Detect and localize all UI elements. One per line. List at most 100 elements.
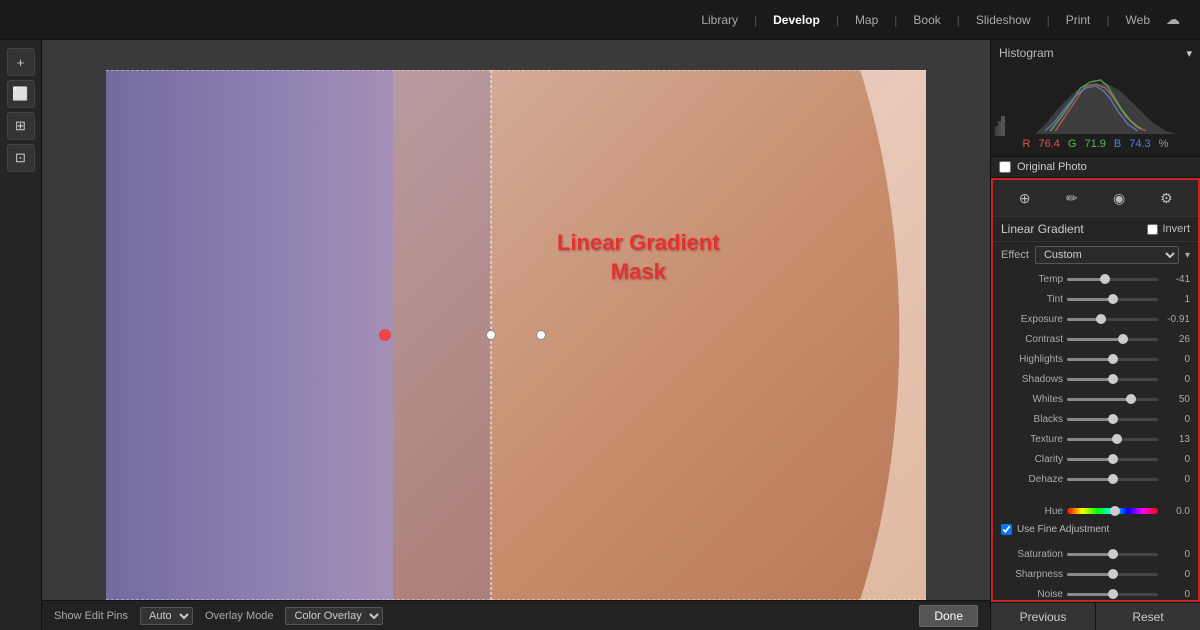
eye-tool-icon[interactable]: ◉ (1107, 186, 1131, 210)
hue-track[interactable] (1067, 508, 1158, 514)
histogram-b-label: B (1114, 138, 1121, 150)
cloud-icon: ☁ (1166, 11, 1180, 28)
slider-label-7: Blacks (1001, 414, 1063, 425)
overlay-mode-select[interactable]: Color Overlay (285, 607, 383, 625)
linear-gradient-title: Linear Gradient (1001, 222, 1084, 236)
slider-thumb-extra-12[interactable] (1108, 569, 1118, 579)
top-menu-bar: Library | Develop | Map | Book | Slidesh… (0, 0, 1200, 40)
slider-track-8[interactable] (1067, 438, 1158, 441)
slider-row-texture: Texture 13 (993, 429, 1198, 449)
original-photo-label: Original Photo (1017, 161, 1087, 173)
slider-thumb-6[interactable] (1126, 394, 1136, 404)
histogram-b-value: 74.3 (1129, 138, 1150, 150)
hue-thumb[interactable] (1110, 506, 1120, 516)
slider-row-highlights: Highlights 0 (993, 349, 1198, 369)
slider-value-10: 0 (1162, 474, 1190, 485)
hue-label: Hue (1001, 506, 1063, 517)
histogram-title: Histogram (999, 46, 1054, 60)
nav-map[interactable]: Map (855, 13, 878, 27)
slider-track-1[interactable] (1067, 298, 1158, 301)
slider-track-extra-11[interactable] (1067, 553, 1158, 556)
zoom-tool[interactable]: + (7, 48, 35, 76)
slider-row-temp: Temp -41 (993, 269, 1198, 289)
slider-label-2: Exposure (1001, 314, 1063, 325)
slider-track-7[interactable] (1067, 418, 1158, 421)
slider-value-7: 0 (1162, 414, 1190, 425)
histogram-header: Histogram ▾ (995, 44, 1196, 62)
slider-thumb-extra-11[interactable] (1108, 549, 1118, 559)
done-button[interactable]: Done (919, 605, 978, 627)
slider-value-5: 0 (1162, 374, 1190, 385)
slider-track-6[interactable] (1067, 398, 1158, 401)
slider-track-10[interactable] (1067, 478, 1158, 481)
fine-adjustment-row: Use Fine Adjustment (993, 521, 1198, 538)
nav-slideshow[interactable]: Slideshow (976, 13, 1031, 27)
slider-thumb-2[interactable] (1096, 314, 1106, 324)
slider-track-5[interactable] (1067, 378, 1158, 381)
nav-develop[interactable]: Develop (773, 13, 820, 27)
settings-tool-icon[interactable]: ⚙ (1154, 186, 1178, 210)
slider-track-2[interactable] (1067, 318, 1158, 321)
histogram-expand-icon[interactable]: ▾ (1186, 47, 1192, 60)
slider-thumb-extra-13[interactable] (1108, 589, 1118, 599)
bottom-toolbar: Show Edit Pins Auto Overlay Mode Color O… (42, 600, 990, 630)
previous-button[interactable]: Previous (991, 603, 1096, 630)
slider-row-noise: Noise 0 (993, 584, 1198, 602)
gradient-right-point[interactable] (536, 330, 546, 340)
linear-gradient-header: Linear Gradient Invert (993, 217, 1198, 242)
slider-thumb-5[interactable] (1108, 374, 1118, 384)
gradient-top-line (106, 70, 926, 71)
slider-row-shadows: Shadows 0 (993, 369, 1198, 389)
slider-thumb-10[interactable] (1108, 474, 1118, 484)
slider-thumb-1[interactable] (1108, 294, 1118, 304)
slider-row-dehaze: Dehaze 0 (993, 469, 1198, 489)
right-panel: Histogram ▾ (990, 40, 1200, 630)
crop-tool[interactable]: ⊞ (7, 112, 35, 140)
slider-thumb-0[interactable] (1100, 274, 1110, 284)
gradient-center-pin[interactable] (379, 329, 391, 341)
show-edit-pins-select[interactable]: Auto (140, 607, 193, 625)
histogram-r-label: R (1023, 138, 1031, 150)
slider-value-extra-12: 0 (1162, 569, 1190, 580)
slider-label-extra-13: Noise (1001, 589, 1063, 600)
slider-track-extra-13[interactable] (1067, 593, 1158, 596)
slider-value-6: 50 (1162, 394, 1190, 405)
invert-checkbox[interactable] (1147, 224, 1158, 235)
slider-thumb-3[interactable] (1118, 334, 1128, 344)
nav-library[interactable]: Library (701, 13, 738, 27)
slider-track-0[interactable] (1067, 278, 1158, 281)
nav-book[interactable]: Book (913, 13, 940, 27)
extra-sliders-container: Saturation 0 Sharpness 0 Noise 0 Moiré (993, 544, 1198, 602)
slider-label-4: Highlights (1001, 354, 1063, 365)
nav-print[interactable]: Print (1066, 13, 1091, 27)
panel-bottom-buttons: Previous Reset (991, 602, 1200, 630)
slider-value-0: -41 (1162, 274, 1190, 285)
effect-arrow[interactable]: ▾ (1185, 250, 1190, 261)
histogram-g-label: G (1068, 138, 1077, 150)
slider-thumb-9[interactable] (1108, 454, 1118, 464)
slider-track-9[interactable] (1067, 458, 1158, 461)
slider-label-extra-11: Saturation (1001, 549, 1063, 560)
slider-track-extra-12[interactable] (1067, 573, 1158, 576)
fine-adjustment-checkbox[interactable] (1001, 524, 1012, 535)
mask-tool-icon[interactable]: ⊕ (1013, 186, 1037, 210)
gradient-left-point[interactable] (486, 330, 496, 340)
slider-row-tint: Tint 1 (993, 289, 1198, 309)
reset-button[interactable]: Reset (1096, 603, 1200, 630)
slider-thumb-8[interactable] (1112, 434, 1122, 444)
slider-track-4[interactable] (1067, 358, 1158, 361)
heal-tool[interactable]: ⊡ (7, 144, 35, 172)
brush-tool-icon[interactable]: ✏ (1060, 186, 1084, 210)
slider-thumb-7[interactable] (1108, 414, 1118, 424)
nav-web[interactable]: Web (1126, 13, 1150, 27)
slider-value-2: -0.91 (1162, 314, 1190, 325)
slider-value-extra-11: 0 (1162, 549, 1190, 560)
show-edit-pins-label: Show Edit Pins (54, 610, 128, 622)
slider-track-3[interactable] (1067, 338, 1158, 341)
invert-row: Invert (1147, 223, 1190, 235)
original-photo-checkbox[interactable] (999, 161, 1011, 173)
effect-select[interactable]: Custom (1035, 246, 1179, 264)
slider-label-10: Dehaze (1001, 474, 1063, 485)
white-balance-tool[interactable]: ⬜ (7, 80, 35, 108)
slider-thumb-4[interactable] (1108, 354, 1118, 364)
